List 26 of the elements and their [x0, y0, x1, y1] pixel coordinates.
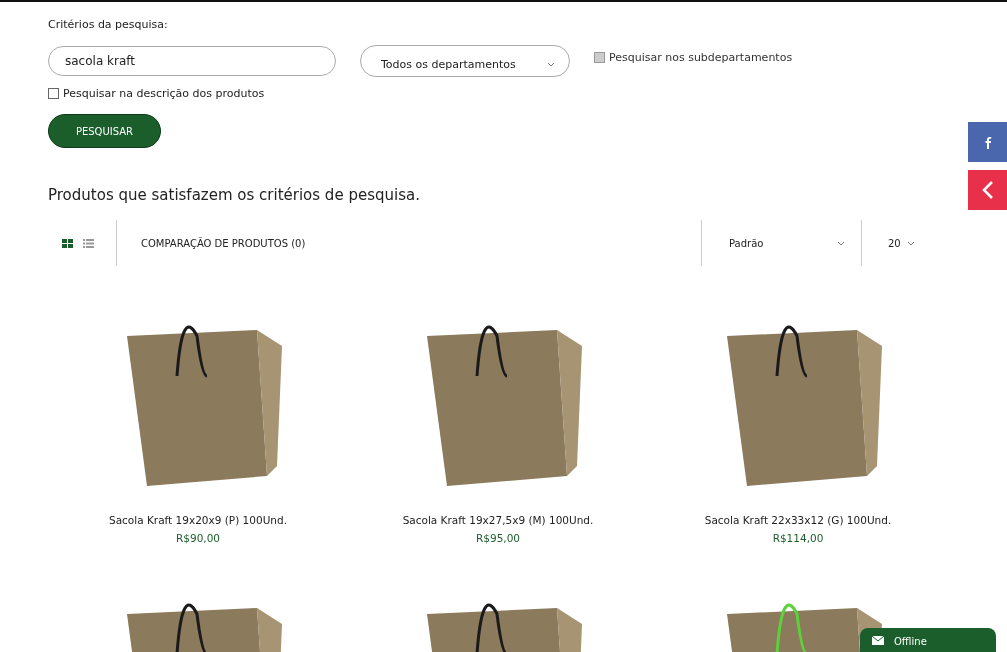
- product-name[interactable]: Sacola Kraft 22x33x12 (G) 100Und.: [704, 514, 892, 526]
- per-page-dropdown[interactable]: 20: [861, 220, 958, 266]
- product-price: R$95,00: [475, 532, 520, 544]
- grid-view-icon[interactable]: [62, 238, 73, 248]
- checkbox-label: Pesquisar nos subdepartamentos: [609, 51, 793, 64]
- compare-products-link[interactable]: COMPARAÇÃO DE PRODUTOS (0): [117, 237, 701, 249]
- product-price: R$114,00: [772, 532, 824, 544]
- product-price: R$90,00: [175, 532, 220, 544]
- product-name[interactable]: Sacola Kraft 19x27,5x9 (M) 100Und.: [402, 514, 594, 526]
- product-name[interactable]: Sacola Kraft 19x20x9 (P) 100Und.: [109, 514, 287, 526]
- chat-tab[interactable]: Offline: [860, 628, 996, 652]
- chevron-down-icon: [837, 240, 845, 246]
- chevron-down-icon: [547, 61, 555, 67]
- sort-dropdown[interactable]: Padrão: [701, 220, 861, 266]
- search-button[interactable]: PESQUISAR: [48, 114, 161, 148]
- checkbox[interactable]: [48, 88, 59, 99]
- chevron-left-icon: [981, 180, 994, 200]
- results-heading: Produtos que satisfazem os critérios de pesquisa.: [48, 186, 421, 204]
- chevron-down-icon: [906, 240, 915, 246]
- facebook-icon: [983, 135, 992, 149]
- list-view-icon[interactable]: [83, 238, 94, 248]
- search-criteria-label: Critérios da pesquisa:: [48, 18, 169, 31]
- facebook-button[interactable]: [968, 122, 1007, 162]
- collapse-button[interactable]: [968, 170, 1007, 210]
- envelope-icon: [872, 636, 884, 645]
- checkbox-label: Pesquisar na descrição dos produtos: [63, 87, 265, 100]
